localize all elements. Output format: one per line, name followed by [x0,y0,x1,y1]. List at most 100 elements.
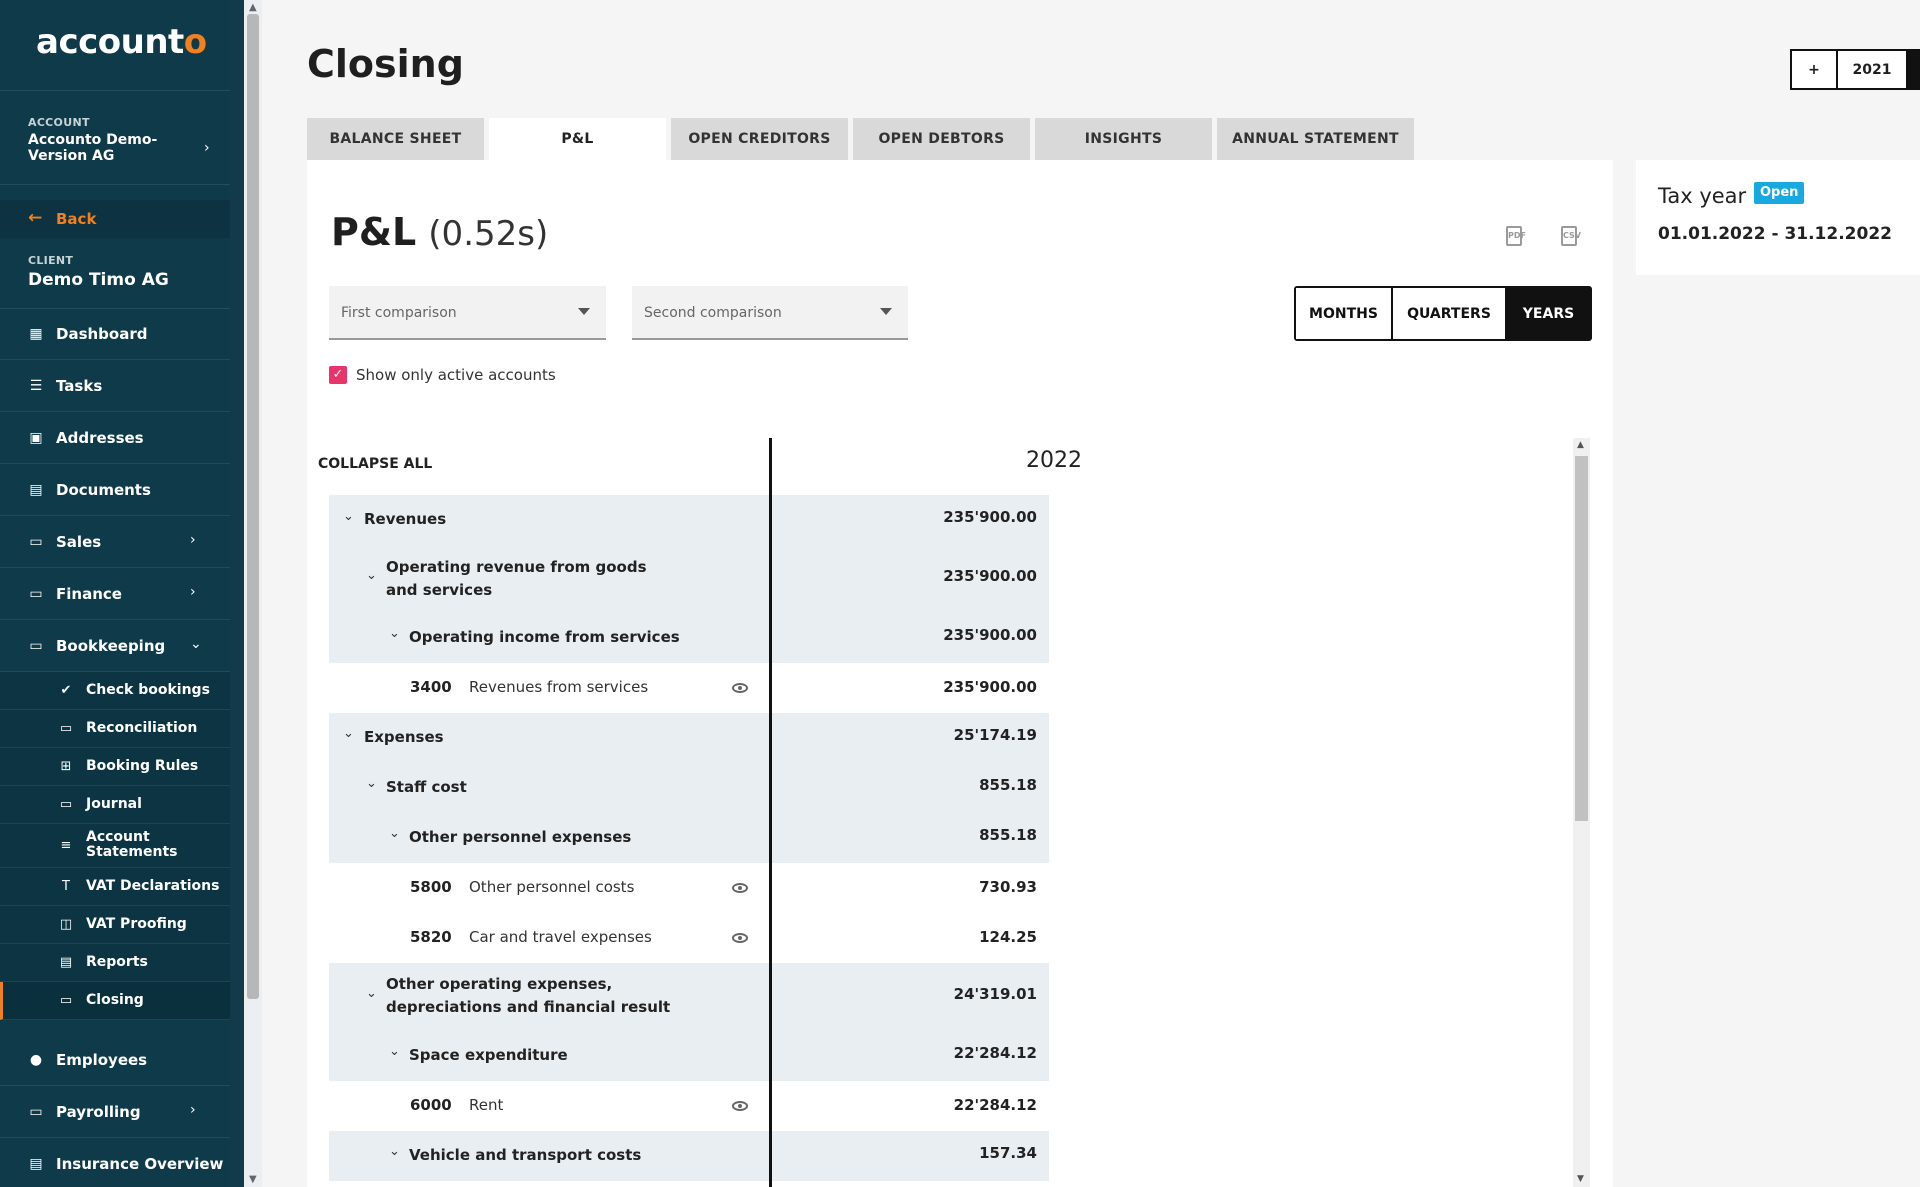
sidebar-item-booking-rules[interactable]: ⊞ Booking Rules [0,748,230,786]
tab-pl[interactable]: P&L [489,118,666,160]
sidebar-scrollbar[interactable]: ▲ ▼ [244,0,262,1187]
chevron-down-icon[interactable]: ⌄ [389,826,400,841]
chevron-down-icon[interactable]: ⌄ [389,626,400,641]
app-logo[interactable]: accounto [36,22,207,62]
page-title: Closing [307,42,464,86]
client-name[interactable]: Demo Timo AG [28,270,169,290]
table-row[interactable]: ⌄ Revenues 235'900.00 [329,495,1049,545]
scroll-up-icon[interactable]: ▲ [1577,440,1584,450]
account-name[interactable]: Accounto Demo-Version AG [28,132,208,164]
tab-open-debtors[interactable]: OPEN DEBTORS [853,118,1030,160]
second-comparison-select[interactable]: Second comparison [632,286,908,340]
sidebar-item-vat-proofing[interactable]: ◫ VAT Proofing [0,906,230,944]
active-accounts-checkbox[interactable]: ✓ [329,366,347,384]
chevron-down-icon[interactable]: ⌄ [366,986,377,1001]
table-row[interactable]: 5800 Other personnel costs 730.93 [329,863,1049,913]
sidebar-item-account-statements[interactable]: ≡ Account Statements [0,824,230,868]
tax-year-title: Tax year [1658,184,1747,208]
sidebar-item-tasks[interactable]: ☰ Tasks [0,361,230,412]
table-row[interactable]: ⌄ Vehicle and transport costs 157.34 [329,1131,1049,1181]
chevron-down-icon: ⌄ [190,636,202,652]
eye-icon[interactable] [732,933,748,943]
tab-annual-statement[interactable]: ANNUAL STATEMENT [1217,118,1414,160]
csv-icon[interactable]: CSV [1561,226,1581,246]
quarters-button[interactable]: QUARTERS [1393,288,1507,339]
chevron-down-icon[interactable]: ⌄ [343,726,354,741]
years-button[interactable]: YEARS [1507,288,1590,339]
table-scrollbar[interactable]: ▲ ▼ [1573,438,1590,1187]
collapse-all-button[interactable]: COLLAPSE ALL [318,456,432,472]
table-row[interactable]: ⌄ Expenses 25'174.19 [329,713,1049,763]
chevron-down-icon[interactable]: ⌄ [366,568,377,583]
active-accounts-label[interactable]: Show only active accounts [356,366,556,384]
column-divider [769,438,772,1187]
scrollbar-thumb[interactable] [247,14,259,999]
table-row[interactable]: ⌄ Space expenditure 22'284.12 [329,1031,1049,1081]
report-icon: ▤ [59,955,73,970]
sidebar-item-reconciliation[interactable]: ▭ Reconciliation [0,710,230,748]
list-icon: ≡ [60,838,72,853]
sidebar-item-reports[interactable]: ▤ Reports [0,944,230,982]
sidebar-item-vat-declarations[interactable]: T VAT Declarations [0,868,230,906]
back-button[interactable]: ← Back [0,200,230,238]
table-row[interactable]: ⌄ Other personnel expenses 855.18 [329,813,1049,863]
sidebar-item-bookkeeping[interactable]: ▭ Bookkeeping ⌄ [0,621,230,672]
bookkeeping-icon: ▭ [29,638,43,654]
sidebar-item-documents[interactable]: ▤ Documents [0,465,230,516]
pdf-icon[interactable]: PDF [1506,226,1526,246]
divider [0,184,230,185]
sidebar-item-check-bookings[interactable]: ✔ Check bookings [0,672,230,710]
year-button[interactable]: 2021 [1838,51,1906,88]
table-row[interactable]: ⌄ Staff cost 855.18 [329,763,1049,813]
sidebar-item-employees[interactable]: ● Employees [0,1035,230,1086]
sidebar-item-finance[interactable]: ▭ Finance › [0,569,230,620]
sidebar-nav: accounto ACCOUNT Accounto Demo-Version A… [0,0,230,1187]
scroll-down-icon[interactable]: ▼ [249,1174,257,1185]
chevron-right-icon: › [190,1102,196,1118]
tax-year-card: Tax year Open 01.01.2022 - 31.12.2022 [1636,160,1920,275]
closing-tabs: BALANCE SHEET P&L OPEN CREDITORS OPEN DE… [307,118,1419,160]
scroll-down-icon[interactable]: ▼ [1577,1174,1584,1184]
table-row[interactable]: 5820 Car and travel expenses 124.25 [329,913,1049,963]
sidebar-item-dashboard[interactable]: ▦ Dashboard [0,309,230,360]
chevron-down-icon[interactable]: ⌄ [389,1044,400,1059]
journal-icon: ▭ [59,797,73,812]
eye-icon[interactable] [732,1101,748,1111]
column-year-header: 2022 [1026,448,1082,473]
table-row[interactable]: ⌄ Operating revenue from goods and servi… [329,545,1049,613]
chevron-down-icon[interactable]: ⌄ [366,776,377,791]
addresses-icon: ▣ [29,430,43,446]
table-icon: ⊞ [60,759,72,774]
table-row[interactable]: 3400 Revenues from services 235'900.00 [329,663,1049,713]
report-title: P&L (0.52s) [331,210,549,254]
tab-insights[interactable]: INSIGHTS [1035,118,1212,160]
sidebar-item-addresses[interactable]: ▣ Addresses [0,413,230,464]
scrollbar-thumb[interactable] [1575,456,1588,821]
tab-balance-sheet[interactable]: BALANCE SHEET [307,118,484,160]
chevron-down-icon[interactable]: ⌄ [343,509,354,524]
arrow-left-icon: ← [28,208,43,228]
first-comparison-select[interactable]: First comparison [329,286,606,340]
chevron-down-icon[interactable]: ⌄ [389,1144,400,1159]
table-row[interactable]: ⌄ Other operating expenses, depreciation… [329,963,1049,1031]
year-next-button[interactable] [1906,51,1918,88]
closing-icon: ▭ [59,993,73,1008]
scroll-up-icon[interactable]: ▲ [249,2,257,13]
table-row[interactable]: 6000 Rent 22'284.12 [329,1081,1049,1131]
sidebar-item-closing[interactable]: ▭ Closing [0,982,230,1020]
sidebar-item-insurance-overview[interactable]: ▤ Insurance Overview [0,1139,230,1187]
add-year-button[interactable]: + [1792,51,1838,88]
sidebar-item-payrolling[interactable]: ▭ Payrolling › [0,1087,230,1138]
dashboard-icon: ▦ [29,326,43,342]
table-row[interactable]: ⌄ Operating income from services 235'900… [329,613,1049,663]
sidebar-item-journal[interactable]: ▭ Journal [0,786,230,824]
sidebar-item-sales[interactable]: ▭ Sales › [0,517,230,568]
eye-icon[interactable] [732,683,748,693]
months-button[interactable]: MONTHS [1296,288,1393,339]
tab-open-creditors[interactable]: OPEN CREDITORS [671,118,848,160]
status-badge: Open [1754,182,1805,204]
text-icon: T [62,879,70,894]
chevron-right-icon[interactable]: › [204,140,210,156]
eye-icon[interactable] [732,883,748,893]
person-icon: ● [29,1052,43,1068]
